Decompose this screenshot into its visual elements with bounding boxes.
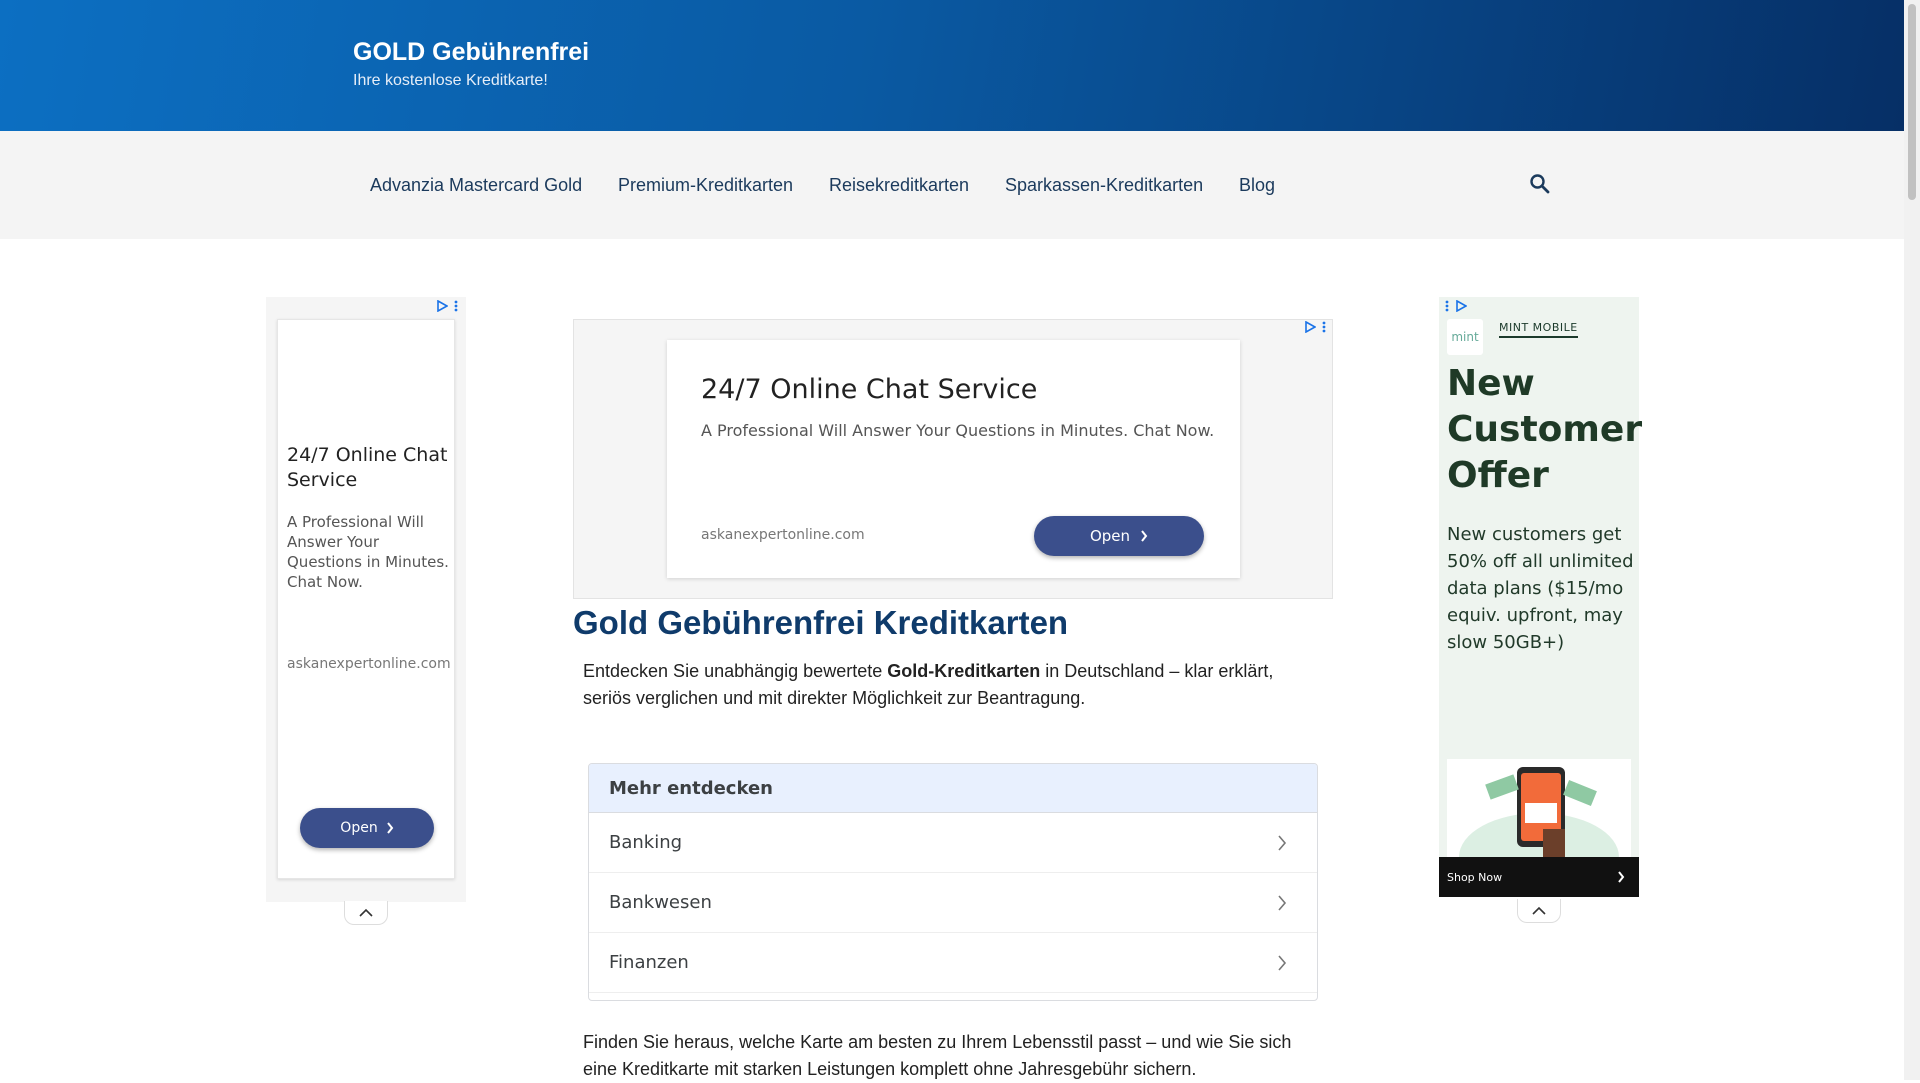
ad-right[interactable]: mint MINT MOBILE New Customer Offer New … <box>1439 297 1643 923</box>
ad-description: A Professional Will Answer Your Question… <box>287 513 449 591</box>
ad-open-label: Open <box>1089 527 1131 545</box>
ad-title[interactable]: 24/7 Online Chat Service <box>287 443 452 493</box>
ad-open-label: Open <box>340 820 378 836</box>
phone-promo-image <box>1447 759 1631 857</box>
search-icon[interactable] <box>1528 172 1552 196</box>
chevron-right-icon <box>1278 954 1287 971</box>
shop-now-button[interactable]: Shop Now <box>1439 857 1639 897</box>
nav-item-reise[interactable]: Reisekreditkarten <box>829 175 969 196</box>
brand-logo: mint <box>1447 319 1483 355</box>
nav-item-premium[interactable]: Premium-Kreditkarten <box>618 175 793 196</box>
ad-center: 24/7 Online Chat Service A Professional … <box>573 319 1333 599</box>
nav-item-advanzia[interactable]: Advanzia Mastercard Gold <box>370 175 582 196</box>
discover-item-finanzen[interactable]: Finanzen <box>589 933 1317 993</box>
discover-item-label: Finanzen <box>609 952 689 973</box>
scrollbar-thumb[interactable] <box>1908 4 1916 200</box>
ad-card[interactable]: 24/7 Online Chat Service A Professional … <box>667 340 1240 578</box>
intro-paragraph: Entdecken Sie unabhängig bewertete Gold-… <box>583 658 1303 712</box>
chevron-right-icon <box>386 822 393 834</box>
chevron-up-icon <box>1532 906 1546 915</box>
nav-item-sparkassen[interactable]: Sparkassen-Kreditkarten <box>1005 175 1203 196</box>
adchoices-icon[interactable] <box>1445 300 1467 312</box>
discover-title: Mehr entdecken <box>589 764 1317 813</box>
collapse-ad-button[interactable] <box>344 901 388 925</box>
ad-open-button[interactable]: Open <box>1034 516 1204 556</box>
outro-paragraph: Finden Sie heraus, welche Karte am beste… <box>583 1032 1292 1079</box>
chevron-right-icon <box>1618 871 1625 883</box>
ad-open-button[interactable]: Open <box>300 808 434 848</box>
discover-item-banking[interactable]: Banking <box>589 813 1317 873</box>
site-title[interactable]: GOLD Gebührenfrei <box>353 38 589 67</box>
nav-item-blog[interactable]: Blog <box>1239 175 1275 196</box>
chevron-right-icon <box>1141 530 1148 542</box>
offer-title: New Customer Offer <box>1447 363 1643 496</box>
discover-item-label: Bankwesen <box>609 892 712 913</box>
site-header: GOLD Gebührenfrei Ihre kostenlose Kredit… <box>0 0 1904 131</box>
intro-highlight: Gold-Kreditkarten <box>887 661 1041 681</box>
ad-left: 24/7 Online Chat Service A Professional … <box>266 297 466 925</box>
ad-card[interactable]: 24/7 Online Chat Service A Professional … <box>277 319 455 879</box>
brand-name: MINT MOBILE <box>1499 321 1578 338</box>
ad-description: A Professional Will Answer Your Question… <box>701 421 1215 440</box>
scrollbar[interactable] <box>1904 0 1920 1080</box>
chevron-up-icon <box>359 908 373 917</box>
chevron-right-icon <box>1278 834 1287 851</box>
shop-now-label: Shop Now <box>1447 870 1503 884</box>
discover-item-label: Banking <box>609 832 683 853</box>
site-tagline: Ihre kostenlose Kreditkarte! <box>353 72 548 89</box>
discover-more-box: Mehr entdecken Banking Bankwesen Finanze… <box>588 763 1318 1001</box>
collapse-ad-button[interactable] <box>1517 899 1561 923</box>
chevron-right-icon <box>1278 894 1287 911</box>
discover-item-bankwesen[interactable]: Bankwesen <box>589 873 1317 933</box>
ad-domain: askanexpertonline.com <box>287 656 451 672</box>
intro-text: Entdecken Sie unabhängig bewertete <box>583 661 888 681</box>
adchoices-icon[interactable] <box>436 300 458 312</box>
adchoices-icon[interactable] <box>1304 321 1326 333</box>
page-title: Gold Gebührenfrei Kreditkarten <box>573 604 1069 641</box>
ad-title[interactable]: 24/7 Online Chat Service <box>701 374 1037 405</box>
main-nav: Advanzia Mastercard Gold Premium-Kreditk… <box>0 131 1904 239</box>
offer-text: New customers get 50% off all unlimited … <box>1447 524 1634 653</box>
ad-domain: askanexpertonline.com <box>701 527 865 543</box>
